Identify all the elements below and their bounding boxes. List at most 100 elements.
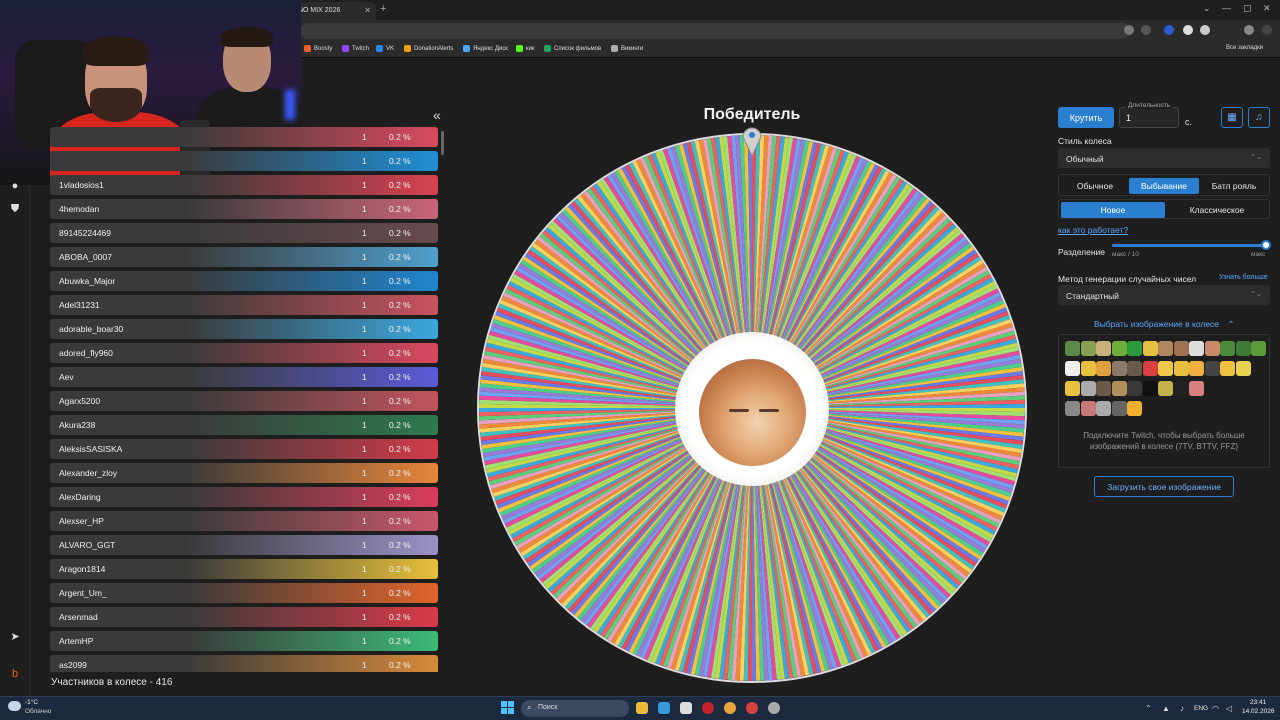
shield-icon[interactable]: ⛊ — [9, 203, 21, 215]
all-bookmarks-link[interactable]: Все закладки — [1226, 45, 1263, 51]
music-button[interactable]: ♫ — [1248, 107, 1270, 128]
telegram-icon[interactable]: ➤ — [9, 631, 21, 643]
new-tab-icon[interactable]: + — [380, 3, 386, 15]
user-icon[interactable]: ● — [9, 180, 21, 192]
tab-submode-classic[interactable]: Классическое — [1167, 202, 1267, 218]
emote-option[interactable] — [1189, 361, 1204, 376]
emote-option[interactable] — [1127, 361, 1142, 376]
bookmark-item[interactable]: Викинги — [611, 45, 643, 52]
bookmark-item[interactable]: Boosty — [304, 45, 332, 52]
grid-view-button[interactable]: ▦ — [1221, 107, 1243, 128]
emote-option[interactable] — [1173, 381, 1189, 396]
windows-start-icon[interactable] — [501, 701, 514, 714]
spin-button[interactable]: Крутить — [1058, 107, 1114, 128]
participant-row[interactable]: AleksisSASISKA 1 0.2 % — [50, 439, 438, 459]
translate-icon[interactable] — [1124, 25, 1134, 35]
participant-row[interactable]: AlexDaring 1 0.2 % — [50, 487, 438, 507]
participant-row[interactable]: Aev 1 0.2 % — [50, 367, 438, 387]
emote-option[interactable] — [1204, 361, 1220, 376]
emote-option[interactable] — [1251, 341, 1266, 356]
emote-option[interactable] — [1158, 341, 1173, 356]
participant-row[interactable]: adored_fly960 1 0.2 % — [50, 343, 438, 363]
tab-mode-elimination[interactable]: Выбывание — [1129, 178, 1199, 194]
emote-option[interactable] — [1111, 361, 1127, 376]
store-icon[interactable] — [658, 702, 670, 714]
learn-more-link[interactable]: Узнать больше — [1219, 274, 1268, 281]
emote-option[interactable] — [1096, 401, 1111, 416]
emote-option[interactable] — [1173, 341, 1189, 356]
emote-option[interactable] — [1080, 341, 1096, 356]
window-close-icon[interactable]: ✕ — [1263, 3, 1271, 14]
upload-image-button[interactable]: Загрузить свое изображение — [1094, 476, 1234, 497]
volume-icon[interactable]: ◁ — [1226, 704, 1232, 713]
emote-option[interactable] — [1065, 341, 1080, 356]
bookmark-star-icon[interactable] — [1141, 25, 1151, 35]
participant-row[interactable]: Alexander_zloy 1 0.2 % — [50, 463, 438, 483]
emote-option[interactable] — [1142, 381, 1158, 396]
emote-option[interactable] — [1065, 361, 1080, 376]
how-it-works-link[interactable]: как это работает? — [1058, 225, 1128, 235]
taskbar-search[interactable]: Поиск — [521, 700, 629, 717]
language-indicator[interactable]: ENG — [1194, 705, 1208, 712]
tab-mode-battle-royale[interactable]: Батл рояль — [1201, 178, 1267, 194]
participant-row[interactable]: Agarx5200 1 0.2 % — [50, 391, 438, 411]
tray-chevron-icon[interactable]: ⌃ — [1145, 704, 1152, 713]
image-picker-toggle[interactable]: Выбрать изображение в колесе ⌃ — [1094, 319, 1235, 330]
bookmark-item[interactable]: DonationAlerts — [404, 45, 453, 52]
wheel-style-select[interactable]: Обычный ⌃⌄ — [1058, 148, 1270, 168]
rng-select[interactable]: Стандартный ⌃⌄ — [1058, 285, 1270, 305]
participant-row[interactable]: 1vladosios1 1 0.2 % — [50, 175, 438, 195]
boosty-icon[interactable]: b — [9, 668, 21, 680]
emote-option[interactable] — [1220, 341, 1235, 356]
emote-option[interactable] — [1111, 341, 1127, 356]
participant-row[interactable]: Adel31231 1 0.2 % — [50, 295, 438, 315]
participant-row[interactable]: 1 0.2 % — [50, 127, 438, 147]
emote-option[interactable] — [1127, 381, 1142, 396]
emote-option[interactable] — [1080, 361, 1096, 376]
participant-row[interactable]: Alexser_HP 1 0.2 % — [50, 511, 438, 531]
bookmark-item[interactable]: VK — [376, 45, 394, 52]
cloud-icon[interactable] — [8, 701, 21, 711]
split-slider-thumb[interactable] — [1261, 240, 1271, 250]
emote-option[interactable] — [1158, 381, 1173, 396]
emote-option[interactable] — [1189, 381, 1204, 396]
tab-mode-normal[interactable]: Обычное — [1063, 178, 1127, 194]
duration-value[interactable]: 1 — [1126, 113, 1131, 123]
participant-row[interactable]: ABOBA_0007 1 0.2 % — [50, 247, 438, 267]
browser-tab-active[interactable]: INO MIX 2026 ✕ — [290, 2, 376, 20]
emote-option[interactable] — [1080, 401, 1096, 416]
participant-row[interactable]: as2099 1 0.2 % — [50, 655, 438, 672]
app-icon[interactable] — [746, 702, 758, 714]
clock-time[interactable]: 23:41 — [1250, 699, 1266, 706]
emote-option[interactable] — [1065, 401, 1080, 416]
obs-icon[interactable] — [768, 702, 780, 714]
emote-option[interactable] — [1173, 361, 1189, 376]
minimize-icon[interactable]: — — [1222, 3, 1231, 13]
bookmark-item[interactable]: Список фильмов — [544, 45, 601, 52]
address-field[interactable] — [300, 23, 1130, 39]
emote-option[interactable] — [1189, 341, 1204, 356]
participant-row[interactable]: Aragon1814 1 0.2 % — [50, 559, 438, 579]
profile-avatar[interactable] — [1244, 25, 1254, 35]
participant-row[interactable]: Abuwka_Major 1 0.2 % — [50, 271, 438, 291]
split-slider-track[interactable] — [1112, 244, 1266, 247]
emote-option[interactable] — [1127, 341, 1142, 356]
bookmark-item[interactable]: кик — [516, 45, 535, 52]
emote-option[interactable] — [1204, 341, 1220, 356]
weather-temp[interactable]: -1°C — [25, 699, 38, 706]
participant-row[interactable]: 89145224469 1 0.2 % — [50, 223, 438, 243]
collapse-list-icon[interactable]: « — [433, 107, 441, 123]
participant-row[interactable]: 4hemodan 1 0.2 % — [50, 199, 438, 219]
participant-row[interactable]: 1 0.2 % — [50, 151, 438, 171]
emote-option[interactable] — [1235, 341, 1251, 356]
emote-option[interactable] — [1065, 381, 1080, 396]
file-explorer-icon[interactable] — [636, 702, 648, 714]
maximize-icon[interactable]: ▢ — [1243, 3, 1252, 14]
emote-option[interactable] — [1096, 381, 1111, 396]
bookmark-item[interactable]: Яндекс Диск — [463, 45, 508, 52]
tab-close-icon[interactable]: ✕ — [364, 6, 371, 15]
participant-row[interactable]: Arsenmad 1 0.2 % — [50, 607, 438, 627]
tray-app-icon[interactable]: ▲ — [1162, 704, 1170, 713]
emote-option[interactable] — [1142, 361, 1158, 376]
emote-option[interactable] — [1096, 361, 1111, 376]
